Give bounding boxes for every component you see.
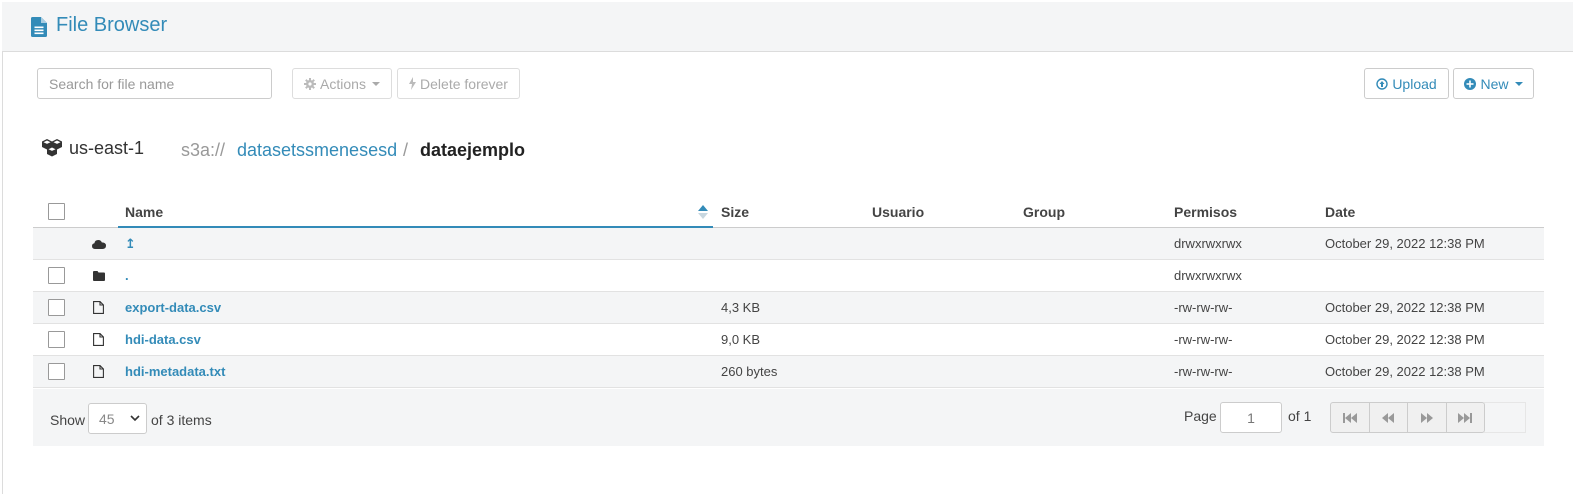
column-group[interactable]: Group: [1023, 196, 1065, 227]
sort-ascending-icon: [698, 205, 708, 219]
region-label[interactable]: us-east-1: [69, 138, 144, 159]
file-permissions: drwxrwxrwx: [1174, 268, 1242, 283]
column-permissions[interactable]: Permisos: [1174, 196, 1237, 227]
forward-icon: [1420, 412, 1433, 423]
page-size-value: 45: [99, 410, 115, 427]
file-icon: [93, 333, 104, 346]
row-checkbox[interactable]: [48, 267, 65, 284]
file-size: 260 bytes: [721, 364, 778, 379]
last-page-button[interactable]: [1447, 403, 1485, 432]
plus-circle-icon: [1464, 77, 1477, 90]
page-number-input[interactable]: 1: [1220, 402, 1282, 433]
file-permissions: -rw-rw-rw-: [1174, 364, 1233, 379]
row-checkbox[interactable]: [48, 363, 65, 380]
breadcrumb-scheme[interactable]: s3a://: [181, 140, 225, 161]
search-input[interactable]: [37, 68, 272, 99]
file-permissions: -rw-rw-rw-: [1174, 300, 1233, 315]
file-size: 4,3 KB: [721, 300, 761, 315]
file-date: October 29, 2022 12:38 PM: [1325, 364, 1485, 379]
backward-icon: [1382, 412, 1395, 423]
items-count-label: of 3 items: [151, 412, 212, 428]
folder-icon: [93, 270, 105, 281]
gear-icon: [304, 77, 317, 90]
file-icon: [31, 17, 47, 37]
file-date: October 29, 2022 12:38 PM: [1325, 332, 1485, 347]
chevron-down-icon: [130, 415, 140, 422]
caret-down-icon: [371, 81, 380, 86]
table-row[interactable]: hdi-metadata.txt 260 bytes -rw-rw-rw- Oc…: [33, 356, 1544, 388]
table-row[interactable]: . drwxrwxrwx: [33, 260, 1544, 292]
file-table: Name Size Usuario Group Permisos Date ↥ …: [33, 196, 1544, 388]
first-page-button[interactable]: [1331, 403, 1370, 432]
app-title[interactable]: File Browser: [56, 14, 167, 37]
file-name-link[interactable]: ↥: [125, 228, 136, 259]
pagination-spacer: [1484, 402, 1526, 433]
delete-forever-label: Delete forever: [420, 75, 508, 92]
breadcrumb: us-east-1 s3a:// datasetssmenesesd / dat…: [40, 135, 640, 163]
file-date: October 29, 2022 12:38 PM: [1325, 300, 1485, 315]
column-size[interactable]: Size: [721, 196, 749, 227]
caret-down-icon: [1514, 81, 1523, 86]
table-footer: Show 45 of 3 items Page 1 of 1: [33, 389, 1544, 446]
step-forward-icon: [1458, 412, 1473, 423]
file-icon: [93, 365, 104, 378]
arrow-circle-up-icon: [1376, 77, 1389, 90]
previous-page-button[interactable]: [1370, 403, 1408, 432]
row-checkbox[interactable]: [48, 299, 65, 316]
show-label: Show: [50, 412, 86, 428]
file-name-link[interactable]: hdi-metadata.txt: [125, 356, 225, 387]
breadcrumb-current: dataejemplo: [420, 140, 526, 160]
pagination-buttons: [1330, 402, 1485, 433]
file-name-link[interactable]: export-data.csv: [125, 292, 221, 323]
breadcrumb-separator: /: [403, 140, 409, 160]
page-label: Page: [1184, 408, 1217, 424]
upload-label: Upload: [1392, 75, 1437, 92]
table-header: Name Size Usuario Group Permisos Date: [33, 196, 1544, 228]
table-row[interactable]: hdi-data.csv 9,0 KB -rw-rw-rw- October 2…: [33, 324, 1544, 356]
file-name-link[interactable]: .: [125, 260, 129, 291]
breadcrumb-bucket[interactable]: datasetssmenesesd: [237, 140, 397, 161]
cubes-icon: [42, 139, 62, 157]
actions-button[interactable]: Actions: [292, 68, 392, 99]
new-button[interactable]: New: [1453, 68, 1534, 99]
table-row[interactable]: export-data.csv 4,3 KB -rw-rw-rw- Octobe…: [33, 292, 1544, 324]
total-pages-label: of 1: [1288, 408, 1312, 424]
page-size-select[interactable]: 45: [88, 403, 147, 434]
file-name-link[interactable]: hdi-data.csv: [125, 324, 201, 355]
step-backward-icon: [1342, 412, 1357, 423]
new-label: New: [1480, 75, 1509, 92]
delete-forever-button[interactable]: Delete forever: [397, 68, 520, 99]
cloud-icon: [92, 239, 106, 249]
row-checkbox[interactable]: [48, 331, 65, 348]
column-date[interactable]: Date: [1325, 196, 1355, 227]
bolt-icon: [409, 77, 417, 90]
file-size: 9,0 KB: [721, 332, 761, 347]
file-permissions: drwxrwxrwx: [1174, 236, 1242, 251]
file-icon: [93, 301, 104, 314]
upload-button[interactable]: Upload: [1364, 68, 1449, 99]
column-name[interactable]: Name: [125, 196, 163, 227]
file-permissions: -rw-rw-rw-: [1174, 332, 1233, 347]
actions-label: Actions: [320, 75, 366, 92]
column-user[interactable]: Usuario: [872, 196, 924, 227]
file-date: October 29, 2022 12:38 PM: [1325, 236, 1485, 251]
table-row[interactable]: ↥ drwxrwxrwx October 29, 2022 12:38 PM: [33, 228, 1544, 260]
app-header: File Browser: [2, 2, 1573, 52]
select-all-checkbox[interactable]: [48, 203, 65, 220]
next-page-button[interactable]: [1408, 403, 1447, 432]
